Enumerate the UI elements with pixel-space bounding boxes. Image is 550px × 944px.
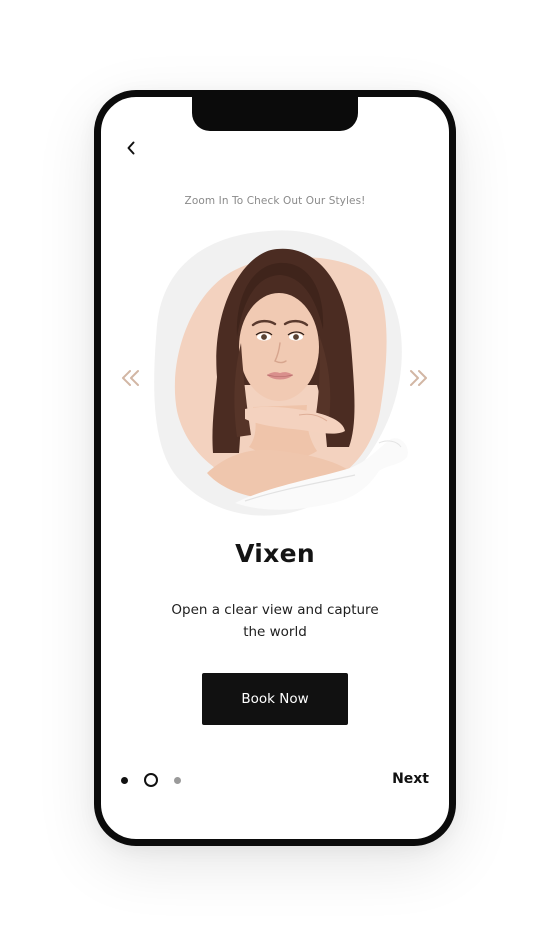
- phone-frame: Zoom In To Check Out Our Styles! Vixen O…: [94, 90, 456, 846]
- previous-style-button[interactable]: [116, 365, 146, 395]
- double-chevron-left-icon: [119, 368, 143, 392]
- back-button[interactable]: [119, 137, 143, 161]
- double-chevron-right-icon: [406, 368, 430, 392]
- style-title: Vixen: [235, 539, 315, 568]
- chevron-left-icon: [126, 140, 136, 159]
- canvas: Zoom In To Check Out Our Styles! Vixen O…: [0, 0, 550, 944]
- page-subtitle: Zoom In To Check Out Our Styles!: [184, 195, 366, 207]
- phone-notch: [192, 97, 358, 131]
- next-button[interactable]: Next: [392, 771, 429, 787]
- style-description: Open a clear view and capture the world: [171, 602, 379, 640]
- next-style-button[interactable]: [403, 365, 433, 395]
- style-preview-image[interactable]: [149, 225, 417, 521]
- pagination-dot-2-active[interactable]: [144, 773, 158, 787]
- pagination-dots: [121, 770, 181, 790]
- pagination-dot-3[interactable]: [174, 776, 181, 784]
- pagination-dot-1[interactable]: [121, 776, 128, 784]
- book-now-button[interactable]: Book Now: [202, 673, 348, 725]
